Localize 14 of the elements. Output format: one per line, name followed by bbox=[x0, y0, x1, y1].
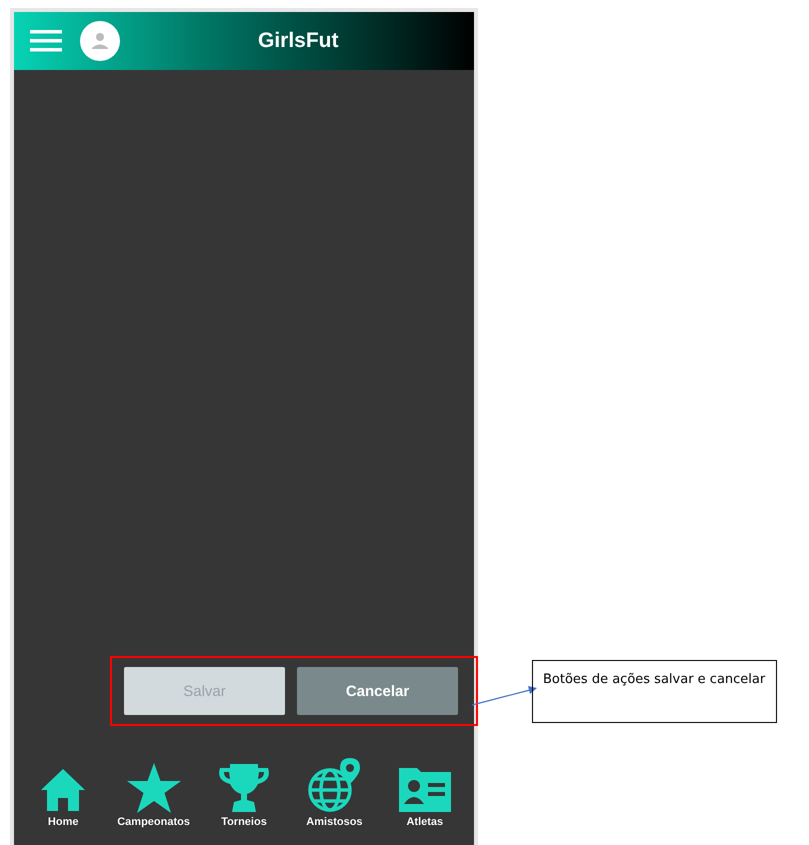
avatar-icon[interactable] bbox=[80, 21, 120, 61]
nav-label[interactable]: Atletas bbox=[406, 816, 444, 828]
nav-label[interactable]: Home bbox=[48, 816, 78, 828]
action-button[interactable]: Cancelar bbox=[297, 667, 458, 715]
id-card-icon[interactable] bbox=[396, 766, 453, 814]
leader-arrow bbox=[472, 685, 538, 707]
nav-label[interactable]: Campeonatos bbox=[117, 816, 190, 828]
nav-label[interactable]: Amistosos bbox=[306, 816, 363, 828]
star-icon[interactable] bbox=[126, 762, 182, 814]
annotation-callout: Botões de ações salvar e cancelar bbox=[532, 660, 777, 723]
app-title: GirlsFut bbox=[258, 29, 339, 53]
nav-label[interactable]: Torneios bbox=[221, 816, 267, 828]
globe-pin-icon[interactable] bbox=[306, 758, 362, 814]
home-icon[interactable] bbox=[39, 766, 88, 814]
